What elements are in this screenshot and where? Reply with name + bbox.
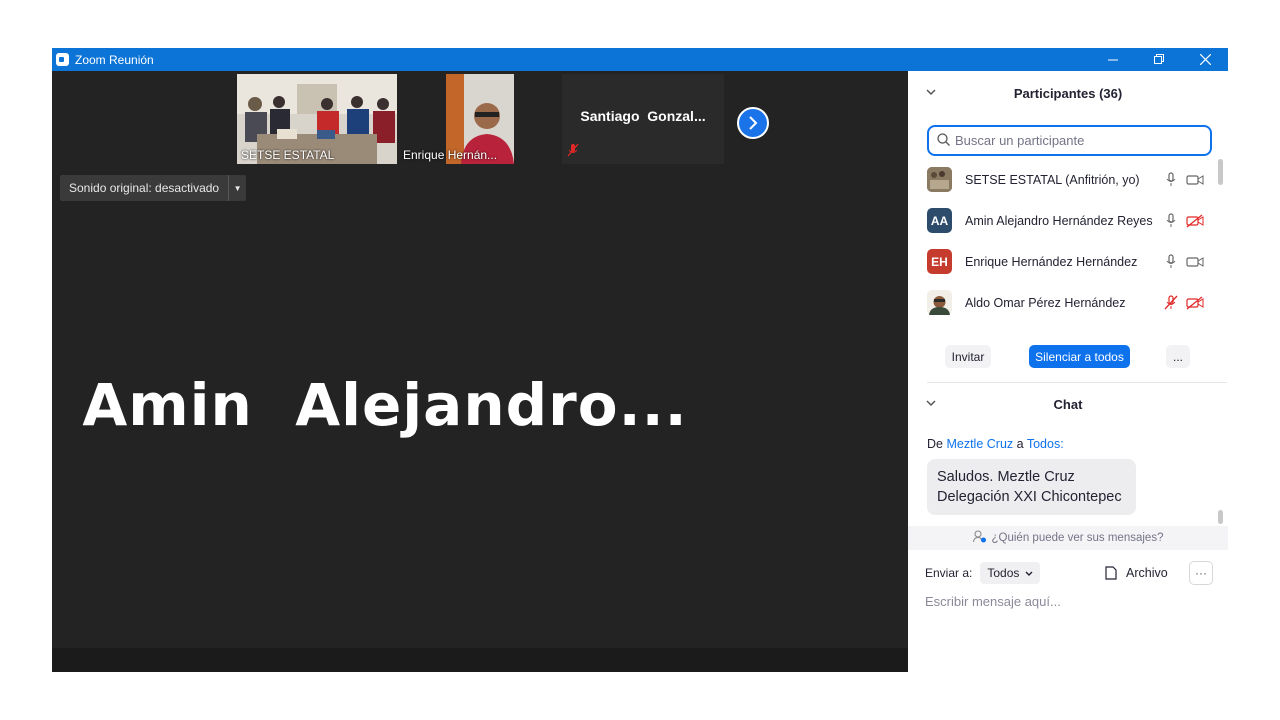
participant-search-input[interactable]: Buscar un participante: [927, 125, 1212, 156]
restore-button[interactable]: [1136, 48, 1182, 71]
participants-title: Participantes (36): [1013, 85, 1123, 101]
restore-icon: [1153, 54, 1164, 64]
video-camera-icon[interactable]: [1186, 171, 1204, 189]
thumbnail-setse[interactable]: SETSE ESTATAL: [237, 74, 397, 164]
chat-message-sender: De Meztle Cruz a Todos:: [927, 437, 1064, 451]
chevron-right-icon: [749, 116, 758, 130]
send-to-value: Todos: [987, 566, 1020, 580]
title-bar: Zoom Reunión: [52, 48, 1228, 71]
zoom-window: Zoom Reunión SETSE ESTATAL Enrique Herná…: [52, 48, 1228, 672]
recipient-name: Todos:: [1026, 437, 1064, 451]
video-area: SETSE ESTATAL Enrique Hernán... Santiago…: [52, 71, 908, 672]
chevron-down-icon: [1025, 571, 1033, 576]
mic-muted-icon[interactable]: [1162, 294, 1180, 312]
chat-scrollbar[interactable]: [1218, 510, 1223, 524]
send-to-label: Enviar a:: [925, 566, 973, 580]
thumbnail-label: SETSE ESTATAL: [241, 148, 335, 162]
muted-mic-icon: [566, 143, 580, 162]
chat-title: Chat: [1053, 396, 1083, 412]
minimize-icon: [1107, 59, 1118, 61]
participant-list: SETSE ESTATAL (Anfitrión, yo) AA Amin Al…: [908, 159, 1228, 324]
avatar: EH: [927, 249, 952, 274]
chat-message-line: Saludos. Meztle Cruz: [937, 469, 1075, 485]
invite-button[interactable]: Invitar: [945, 345, 991, 368]
chat-more-button[interactable]: ···: [1189, 561, 1213, 585]
file-icon: [1105, 566, 1117, 580]
minimize-button[interactable]: [1090, 48, 1136, 71]
chat-message-input[interactable]: Escribir mensaje aquí...: [925, 594, 1061, 609]
chat-header: Chat: [908, 384, 1228, 424]
zoom-app-icon: [56, 53, 69, 66]
participant-row[interactable]: EH Enrique Hernández Hernández: [908, 241, 1218, 282]
who-can-see-label: ¿Quién puede ver sus mensajes?: [991, 532, 1164, 544]
thumbnail-santiago[interactable]: Santiago Gonzal...: [562, 74, 724, 164]
participant-row[interactable]: Aldo Omar Pérez Hernández: [908, 282, 1218, 323]
video-off-icon[interactable]: [1186, 212, 1204, 230]
search-icon: [937, 132, 950, 149]
close-icon: [1199, 54, 1211, 65]
side-panel: Participantes (36) Buscar un participant…: [908, 71, 1228, 672]
active-speaker-name: Amin Alejandro...: [82, 371, 688, 439]
participant-name: Enrique Hernández Hernández: [965, 254, 1138, 269]
avatar: [927, 167, 952, 192]
participant-row[interactable]: AA Amin Alejandro Hernández Reyes: [908, 200, 1218, 241]
original-sound-label: Sonido original: desactivado: [69, 181, 220, 195]
thumbnail-enrique[interactable]: Enrique Hernán...: [399, 74, 514, 164]
window-title: Zoom Reunión: [75, 52, 154, 67]
send-to-row: Enviar a: Todos Archivo ···: [925, 561, 1215, 585]
file-button[interactable]: Archivo: [1105, 566, 1168, 580]
mic-icon[interactable]: [1162, 171, 1180, 189]
mic-icon[interactable]: [1162, 253, 1180, 271]
participant-name: Amin Alejandro Hernández Reyes: [965, 213, 1153, 228]
section-divider: [927, 382, 1227, 383]
person-icon: [972, 530, 987, 546]
avatar: AA: [927, 208, 952, 233]
thumbnail-name: Santiago Gonzal...: [580, 108, 706, 124]
thumbnail-label: Enrique Hernán...: [403, 148, 498, 162]
next-page-button[interactable]: [737, 107, 769, 139]
original-sound-toggle[interactable]: Sonido original: desactivado ▼: [60, 175, 247, 201]
participants-scrollbar[interactable]: [1218, 159, 1223, 185]
send-to-select[interactable]: Todos: [980, 562, 1040, 584]
search-placeholder: Buscar un participante: [955, 133, 1085, 148]
chevron-down-icon[interactable]: [926, 87, 936, 99]
close-button[interactable]: [1182, 48, 1228, 71]
avatar: [927, 290, 952, 315]
participant-row[interactable]: SETSE ESTATAL (Anfitrión, yo): [908, 159, 1218, 200]
sender-prefix: De: [927, 437, 943, 451]
chat-message-bubble: Saludos. Meztle Cruz Delegación XXI Chic…: [927, 459, 1136, 515]
who-can-see-link[interactable]: ¿Quién puede ver sus mensajes?: [908, 526, 1228, 550]
file-label: Archivo: [1126, 566, 1168, 580]
participant-name: Aldo Omar Pérez Hernández: [965, 295, 1126, 310]
video-off-icon[interactable]: [1186, 294, 1204, 312]
mute-all-button[interactable]: Silenciar a todos: [1029, 345, 1130, 368]
sender-name[interactable]: Meztle Cruz: [946, 437, 1013, 451]
participants-more-button[interactable]: ...: [1166, 345, 1190, 368]
caret-down-icon[interactable]: ▼: [228, 175, 246, 201]
meeting-controls-bar: [52, 648, 908, 672]
participants-header: Participantes (36): [908, 73, 1228, 113]
video-camera-icon[interactable]: [1186, 253, 1204, 271]
sender-mid: a: [1016, 437, 1024, 451]
mic-icon[interactable]: [1162, 212, 1180, 230]
chevron-down-icon[interactable]: [926, 398, 936, 410]
chat-message-line: Delegación XXI Chicontepec: [937, 489, 1122, 505]
participant-name: SETSE ESTATAL (Anfitrión, yo): [965, 172, 1140, 187]
